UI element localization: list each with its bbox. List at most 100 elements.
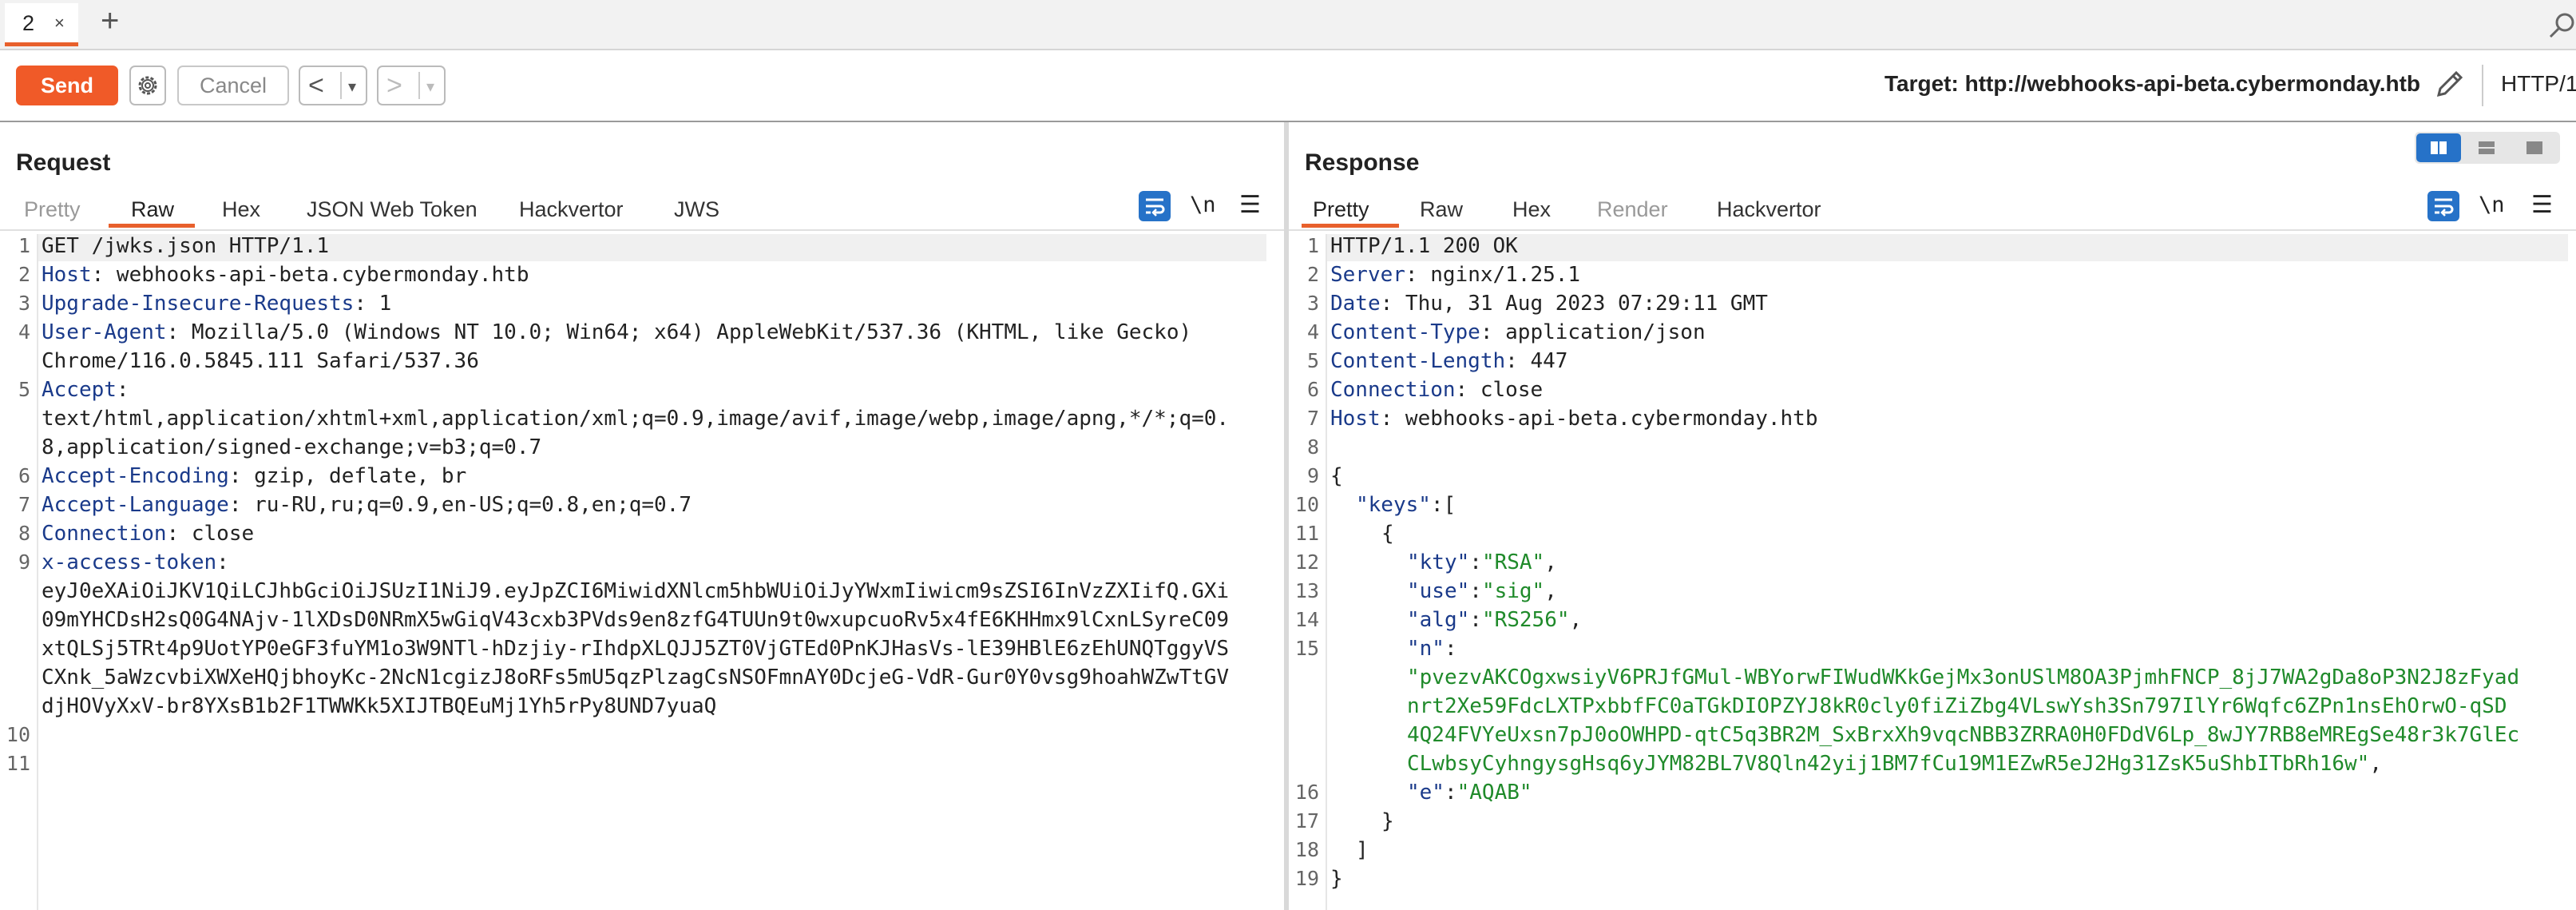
request-pane: Request Pretty Raw Hex JSON Web Token Ha… [0, 122, 1284, 910]
request-line: text/html,application/xhtml+xml,applicat… [42, 407, 1230, 431]
json-line: } [1381, 809, 1394, 833]
history-back-button[interactable]: < ▾ [299, 66, 367, 105]
line-number: 1 [18, 234, 30, 257]
line-number: 11 [6, 752, 30, 775]
json-line: "kty":"RSA", [1407, 550, 1557, 574]
response-line: Host: webhooks-api-beta.cybermonday.htb [1330, 407, 1818, 431]
json-line: { [1330, 464, 1343, 488]
forward-arrow-icon: > [386, 70, 402, 101]
response-editor[interactable]: 1 2 3 4 5 6 7 8 9 10 11 12 13 14 15 16 1… [1289, 234, 2576, 910]
layout-single-button[interactable] [2512, 133, 2557, 162]
wrap-lines-icon [1146, 198, 1165, 217]
line-number: 9 [18, 550, 30, 574]
request-view-tabs: Pretty Raw Hex JSON Web Token Hackvertor… [0, 189, 1284, 231]
request-menu-icon[interactable]: ☰ [1239, 191, 1261, 219]
pencil-icon[interactable] [2432, 66, 2467, 105]
response-title: Response [1305, 149, 1420, 176]
json-line: "e":"AQAB" [1407, 781, 1532, 805]
request-editor[interactable]: 1 2 3 4 5 6 7 8 9 10 11 GET /jwks.json H… [0, 234, 1284, 910]
line-number: 14 [1294, 608, 1319, 631]
add-tab-icon[interactable]: + [101, 3, 119, 39]
request-tab-hackvertor[interactable]: Hackvertor [519, 197, 624, 222]
single-pane-icon [2526, 141, 2542, 154]
search-icon[interactable] [2547, 11, 2576, 44]
repeater-tab[interactable]: 2 × [5, 3, 78, 46]
request-line: Accept-Encoding: gzip, deflate, br [42, 464, 467, 488]
line-number: 10 [1294, 493, 1319, 516]
request-tab-raw[interactable]: Raw [131, 197, 174, 222]
line-number: 2 [18, 263, 30, 286]
response-menu-icon[interactable]: ☰ [2531, 191, 2553, 219]
top-tab-bar: 2 × + [0, 0, 2576, 50]
line-number: 7 [1306, 407, 1319, 430]
line-number: 19 [1294, 867, 1319, 890]
request-line: Upgrade-Insecure-Requests: 1 [42, 292, 392, 316]
response-line: Connection: close [1330, 378, 1544, 402]
response-line: Server: nginx/1.25.1 [1330, 263, 1581, 287]
line-number: 15 [1294, 637, 1319, 660]
request-toolbar: Send Cancel < ▾ > ▾ Target: http://webho… [0, 50, 2576, 123]
history-forward-button[interactable]: > ▾ [377, 66, 446, 105]
json-line: "keys":[ [1356, 493, 1456, 517]
response-tab-raw[interactable]: Raw [1420, 197, 1463, 222]
request-show-newlines-button[interactable]: \n [1190, 193, 1216, 217]
line-number: 4 [18, 320, 30, 344]
line-number: 6 [1306, 378, 1319, 401]
request-tab-hex[interactable]: Hex [222, 197, 260, 222]
request-tab-json-web-token[interactable]: JSON Web Token [307, 197, 478, 222]
layout-toggle [2415, 132, 2560, 164]
http-version-label[interactable]: HTTP/1 [2501, 71, 2576, 97]
response-tab-render[interactable]: Render [1597, 197, 1668, 222]
request-wrap-lines-button[interactable] [1139, 191, 1171, 221]
response-view-tabs: Pretty Raw Hex Render Hackvertor [1289, 189, 2576, 231]
line-number: 5 [1306, 349, 1319, 372]
json-modulus-line: "pvezvAKCOgxwsiyV6PRJfGMul-WBYorwFIWudWK… [1407, 666, 2520, 689]
layout-side-by-side-button[interactable] [2416, 133, 2461, 162]
tab-close-icon[interactable]: × [54, 13, 65, 34]
line-number: 8 [1306, 435, 1319, 459]
wrap-lines-icon [2435, 198, 2454, 217]
request-tab-jws[interactable]: JWS [674, 197, 719, 222]
line-number: 12 [1294, 550, 1319, 574]
request-line-gutter: 1 2 3 4 5 6 7 8 9 10 11 [0, 234, 38, 910]
jwt-token-line: CXnk_5aWzcvbiXWXeHQjbhoyKc-2NcN1cgizJ8oR… [42, 666, 1230, 689]
line-number: 8 [18, 522, 30, 545]
request-line: GET /jwks.json HTTP/1.1 [42, 234, 330, 258]
response-show-newlines-button[interactable]: \n [2479, 193, 2505, 217]
settings-button[interactable] [129, 66, 166, 105]
line-number: 3 [18, 292, 30, 315]
layout-top-bottom-button[interactable] [2464, 133, 2509, 162]
response-tab-hackvertor[interactable]: Hackvertor [1717, 197, 1821, 222]
response-line: Content-Type: application/json [1330, 320, 1706, 344]
response-wrap-lines-button[interactable] [2427, 191, 2459, 221]
line-number: 2 [1306, 263, 1319, 286]
target-label: Target: http://webhooks-api-beta.cybermo… [1884, 71, 2421, 96]
request-tab-pretty[interactable]: Pretty [24, 197, 81, 222]
request-line: 8,application/signed-exchange;v=b3;q=0.7 [42, 435, 542, 459]
send-button[interactable]: Send [16, 66, 118, 105]
response-tab-hex[interactable]: Hex [1512, 197, 1551, 222]
line-number: 9 [1306, 464, 1319, 487]
json-modulus-line: nrt2Xe59FdcLXTPxbbfFC0aTGkDIOPZYJ8kR0cly… [1407, 694, 2507, 718]
json-line: "alg":"RS256", [1407, 608, 1583, 632]
response-line: Date: Thu, 31 Aug 2023 07:29:11 GMT [1330, 292, 1768, 316]
json-modulus-line: 4Q24FVYeUxsn7pJ0oOWHPD-qtC5q3BR2M_SxBrxX… [1407, 723, 2520, 747]
back-arrow-icon: < [308, 70, 324, 101]
forward-dropdown-icon[interactable]: ▾ [426, 77, 434, 97]
json-line: "use":"sig", [1407, 579, 1557, 603]
jwt-token-line: djHOVyXxV-br8YXsB1b2F1TWWKk5XIJTBQEuMj1Y… [42, 694, 717, 718]
back-dropdown-icon[interactable]: ▾ [348, 77, 356, 97]
response-tab-pretty[interactable]: Pretty [1313, 197, 1369, 222]
response-pane: Response Pretty Raw Hex Render Hackverto… [1289, 122, 2576, 910]
line-number: 6 [18, 464, 30, 487]
gear-icon [138, 76, 157, 95]
line-number: 7 [18, 493, 30, 516]
json-modulus-line: CLwbsyCyhngysgHsq6yJYM82BL7V8Qln42yij1BM… [1407, 752, 2382, 776]
request-title: Request [16, 149, 111, 176]
cancel-button[interactable]: Cancel [177, 66, 289, 105]
rows-icon [2479, 141, 2495, 154]
line-number: 11 [1294, 522, 1319, 545]
line-number: 18 [1294, 838, 1319, 861]
line-number: 10 [6, 723, 30, 746]
response-line: HTTP/1.1 200 OK [1330, 234, 1518, 258]
